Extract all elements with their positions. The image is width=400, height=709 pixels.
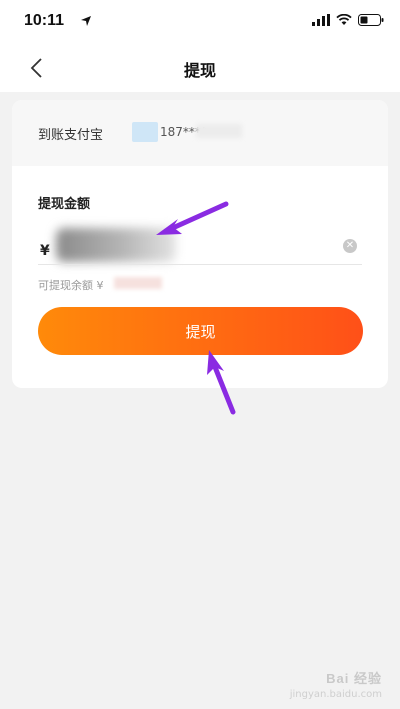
battery-icon bbox=[358, 14, 384, 26]
signal-icon bbox=[312, 14, 330, 26]
amount-input-redacted[interactable] bbox=[56, 228, 176, 262]
amount-underline bbox=[38, 264, 362, 265]
nav-bar: 提现 bbox=[0, 44, 400, 92]
location-arrow-icon bbox=[81, 16, 91, 26]
payout-account-label: 到账支付宝 bbox=[38, 128, 104, 143]
currency-symbol: ¥ bbox=[40, 243, 50, 259]
status-icons bbox=[312, 14, 384, 26]
amount-label: 提现金额 bbox=[38, 197, 91, 212]
watermark-url: jingyan.baidu.com bbox=[289, 689, 382, 700]
account-redaction bbox=[196, 124, 242, 138]
clear-icon[interactable]: ✕ bbox=[343, 239, 357, 253]
withdraw-card: 到账支付宝 187**** 提现金额 ¥ ✕ 可提现余额 ¥ 提现 bbox=[12, 100, 388, 388]
available-balance-redaction bbox=[114, 277, 162, 289]
payout-account-row[interactable]: 到账支付宝 187**** bbox=[12, 100, 388, 166]
status-bar: 10:11 bbox=[0, 0, 400, 44]
status-time: 10:11 bbox=[24, 12, 65, 29]
wifi-icon bbox=[336, 14, 352, 25]
withdraw-button[interactable]: 提现 bbox=[38, 307, 363, 355]
watermark-logo: Bai 经验 bbox=[326, 671, 382, 686]
account-avatar bbox=[132, 122, 158, 142]
page-title: 提现 bbox=[183, 61, 216, 80]
available-balance-label: 可提现余额 ¥ bbox=[38, 279, 104, 292]
